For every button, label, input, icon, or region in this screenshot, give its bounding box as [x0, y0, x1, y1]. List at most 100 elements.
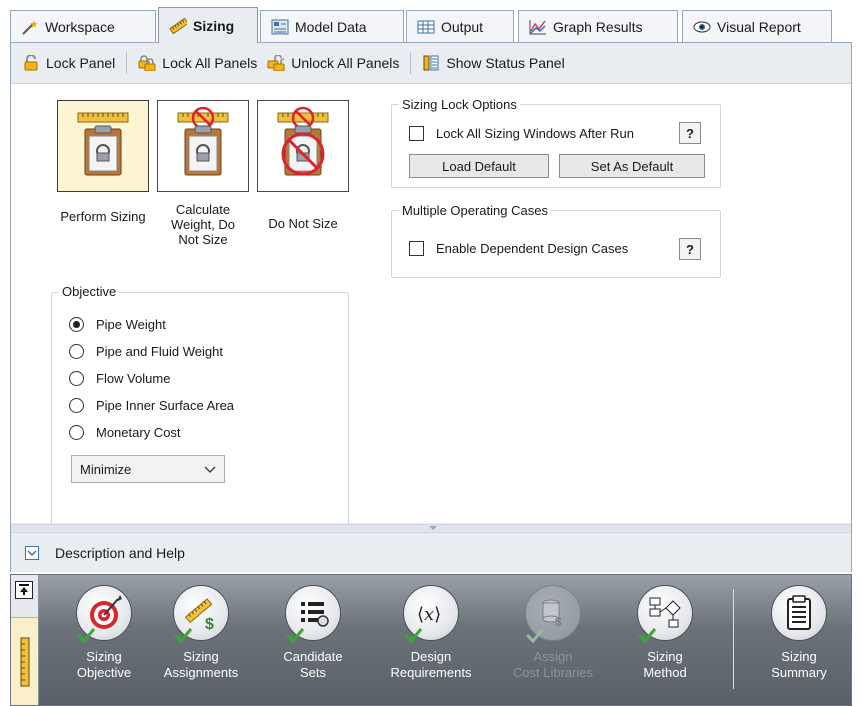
graph-icon	[529, 19, 547, 35]
multiple-operating-cases-title: Multiple Operating Cases	[399, 203, 551, 218]
perform-sizing-label: Perform Sizing	[60, 209, 146, 224]
objective-option-pipe-weight[interactable]: Pipe Weight	[69, 317, 166, 332]
tab-bar: Workspace Sizing Model Data Output Graph…	[0, 0, 862, 43]
qa-label-line2: Method	[643, 665, 687, 680]
tab-workspace[interactable]: Workspace	[10, 10, 156, 42]
unlock-all-label: Unlock All Panels	[291, 55, 400, 71]
lock-all-label: Lock All Panels	[162, 55, 258, 71]
qa-label-line2: Sets	[299, 665, 326, 680]
tab-label: Sizing	[193, 17, 235, 34]
objective-option-inner-surface-area[interactable]: Pipe Inner Surface Area	[69, 398, 234, 413]
function-x-icon: ⟨𝑥⟩	[403, 585, 459, 644]
enable-dependent-design-cases-checkbox[interactable]: Enable Dependent Design Cases	[409, 241, 628, 256]
design-requirements-button[interactable]: ⟨𝑥⟩ Design Requirements	[387, 585, 475, 681]
assign-cost-libraries-button: $ Assign Cost Libraries	[509, 585, 597, 681]
lock-all-sizing-windows-checkbox[interactable]: Lock All Sizing Windows After Run	[409, 126, 634, 141]
status-panel-icon	[422, 55, 440, 71]
multi-cases-help-button[interactable]: ?	[679, 238, 701, 260]
pin-to-top-icon[interactable]	[15, 581, 33, 599]
check-icon	[403, 628, 423, 644]
qa-label-line2: Summary	[771, 665, 827, 680]
wand-icon	[21, 19, 39, 35]
quick-access-panel: Sizing Objective $ Sizing Assignments Ca…	[10, 574, 852, 706]
perform-sizing-button[interactable]	[57, 100, 149, 192]
clipboard-ruler-icon	[77, 112, 129, 176]
quick-access-divider	[733, 589, 734, 689]
sizing-objective-button[interactable]: Sizing Objective	[60, 585, 148, 681]
option-label: Monetary Cost	[96, 425, 181, 440]
tab-sizing[interactable]: Sizing	[158, 7, 258, 43]
select-value: Minimize	[80, 461, 132, 477]
radio	[69, 371, 84, 386]
unlock-all-panels-button[interactable]: Unlock All Panels	[262, 50, 404, 76]
description-help-bar[interactable]: Description and Help	[11, 532, 851, 572]
qa-label-line2: Cost Libraries	[512, 665, 594, 680]
checkbox	[409, 126, 424, 141]
objective-option-monetary-cost[interactable]: Monetary Cost	[69, 425, 181, 440]
radio	[69, 344, 84, 359]
sizing-panel: Lock Panel Lock All Panels Unlock All Pa…	[10, 42, 852, 572]
qa-label-line2: Requirements	[390, 665, 472, 680]
qa-label-line2: Assignments	[163, 665, 239, 680]
calculate-weight-button[interactable]	[157, 100, 249, 192]
sizing-method-button[interactable]: Sizing Method	[621, 585, 709, 681]
svg-text:⟨𝑥⟩: ⟨𝑥⟩	[417, 604, 441, 625]
clipboard-prohibited-icon	[277, 106, 329, 176]
list-icon	[285, 585, 341, 644]
lock-panel-label: Lock Panel	[46, 55, 116, 71]
option-label: Pipe and Fluid Weight	[96, 344, 223, 359]
tab-output[interactable]: Output	[406, 10, 514, 42]
load-default-button[interactable]: Load Default	[409, 154, 549, 178]
set-as-default-button[interactable]: Set As Default	[559, 154, 705, 178]
eye-icon	[693, 19, 711, 35]
calculate-weight-label: Calculate Weight, Do Not Size	[170, 202, 236, 247]
check-icon	[525, 628, 545, 644]
show-status-label: Show Status Panel	[446, 55, 565, 71]
panel-splitter[interactable]	[11, 524, 851, 532]
checkbox	[409, 241, 424, 256]
clipboard-ruler-no-size-icon	[177, 106, 229, 176]
target-icon	[76, 585, 132, 644]
checkbox-label: Enable Dependent Design Cases	[436, 241, 629, 256]
qa-label-line1: Assign	[533, 649, 573, 664]
flowchart-icon	[637, 585, 693, 644]
expand-icon[interactable]	[25, 545, 39, 560]
tab-model-data[interactable]: Model Data	[260, 10, 404, 42]
sizing-lock-options-title: Sizing Lock Options	[399, 97, 520, 112]
lock-all-panels-button[interactable]: Lock All Panels	[133, 50, 262, 76]
do-not-size-button[interactable]	[257, 100, 349, 192]
check-icon	[173, 628, 193, 644]
toolbar-divider	[126, 52, 128, 74]
sizing-assignments-button[interactable]: $ Sizing Assignments	[157, 585, 245, 681]
option-label: Flow Volume	[96, 371, 171, 386]
radio	[69, 398, 84, 413]
qa-label-line2: Objective	[76, 665, 132, 680]
sizing-summary-button[interactable]: Sizing Summary	[755, 585, 843, 681]
qa-label-line1: Sizing	[86, 649, 122, 664]
panel-toolbar: Lock Panel Lock All Panels Unlock All Pa…	[11, 43, 851, 83]
qa-label-line1: Sizing	[647, 649, 683, 664]
objective-option-flow-volume[interactable]: Flow Volume	[69, 371, 170, 386]
unlock-icon	[267, 55, 285, 71]
tab-label: Workspace	[45, 18, 115, 35]
qa-label-line1: Design	[410, 649, 452, 664]
lock-panel-button[interactable]: Lock Panel	[17, 50, 120, 76]
svg-text:$: $	[555, 615, 562, 629]
locks-icon	[138, 55, 156, 71]
lock-options-help-button[interactable]: ?	[679, 122, 701, 144]
sizing-ruler-icon[interactable]	[11, 617, 38, 705]
clipboard-icon	[771, 585, 827, 641]
tab-graph-results[interactable]: Graph Results	[518, 10, 678, 42]
option-label: Pipe Inner Surface Area	[96, 398, 235, 413]
objective-direction-select[interactable]: Minimize	[71, 455, 225, 483]
chevron-down-icon	[204, 466, 216, 473]
toolbar-divider	[410, 52, 412, 74]
objective-title: Objective	[59, 284, 120, 299]
quick-access-sidebar	[11, 575, 39, 705]
splitter-grip-icon	[429, 526, 437, 530]
tab-visual-report[interactable]: Visual Report	[682, 10, 832, 42]
objective-option-pipe-fluid-weight[interactable]: Pipe and Fluid Weight	[69, 344, 223, 359]
candidate-sets-button[interactable]: Candidate Sets	[269, 585, 357, 681]
show-status-panel-button[interactable]: Show Status Panel	[417, 50, 569, 76]
radio	[69, 425, 84, 440]
